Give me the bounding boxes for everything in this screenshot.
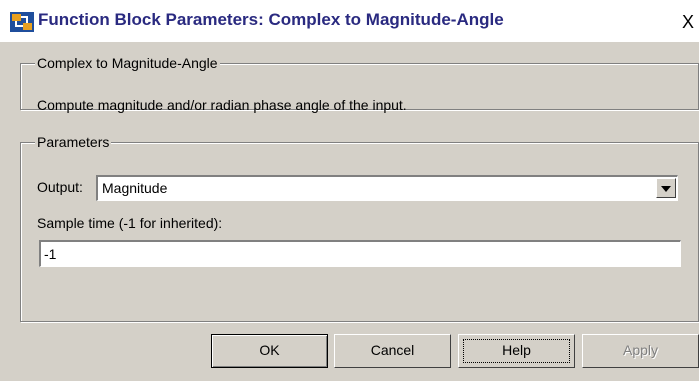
title-bar: Function Block Parameters: Complex to Ma… (0, 0, 699, 42)
window-title: Function Block Parameters: Complex to Ma… (38, 10, 504, 29)
sample-time-input[interactable]: -1 (39, 240, 681, 267)
output-select-value: Magnitude (102, 180, 168, 196)
block-description-text: Compute magnitude and/or radian phase an… (37, 97, 407, 113)
cancel-button[interactable]: Cancel (334, 334, 451, 368)
sample-time-value: -1 (44, 246, 57, 262)
output-select[interactable]: Magnitude (96, 175, 678, 201)
block-description-group: Complex to Magnitude-Angle Compute magni… (20, 55, 699, 113)
simulink-block-icon (10, 12, 34, 32)
output-label: Output: (37, 179, 83, 195)
chevron-down-icon[interactable] (656, 178, 676, 198)
help-button[interactable]: Help (458, 334, 575, 368)
focus-ring (463, 339, 570, 363)
parameters-legend: Parameters (35, 134, 112, 150)
dialog-window: Function Block Parameters: Complex to Ma… (0, 0, 699, 381)
sample-time-label: Sample time (-1 for inherited): (37, 215, 223, 231)
parameters-group: Parameters Output: Magnitude Sample time… (20, 134, 699, 322)
block-description-legend: Complex to Magnitude-Angle (35, 55, 220, 71)
apply-button[interactable]: Apply (582, 334, 699, 368)
close-icon[interactable]: X (677, 12, 699, 32)
ok-button[interactable]: OK (211, 334, 328, 368)
